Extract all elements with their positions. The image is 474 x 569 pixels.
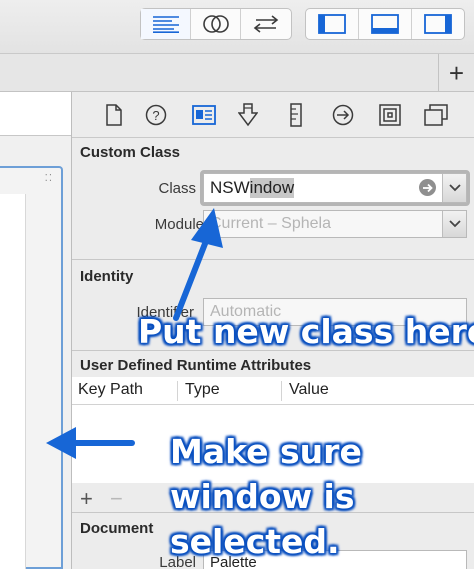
window-hint-line-2: window is <box>170 477 355 516</box>
class-arrow-icon <box>173 208 223 321</box>
window-hint-line-3: selected. <box>170 522 340 561</box>
class-hint-annotation: Put new class here <box>138 312 474 351</box>
window-hint-line-1: Make sure <box>170 432 362 471</box>
window-arrow-icon <box>46 427 135 459</box>
